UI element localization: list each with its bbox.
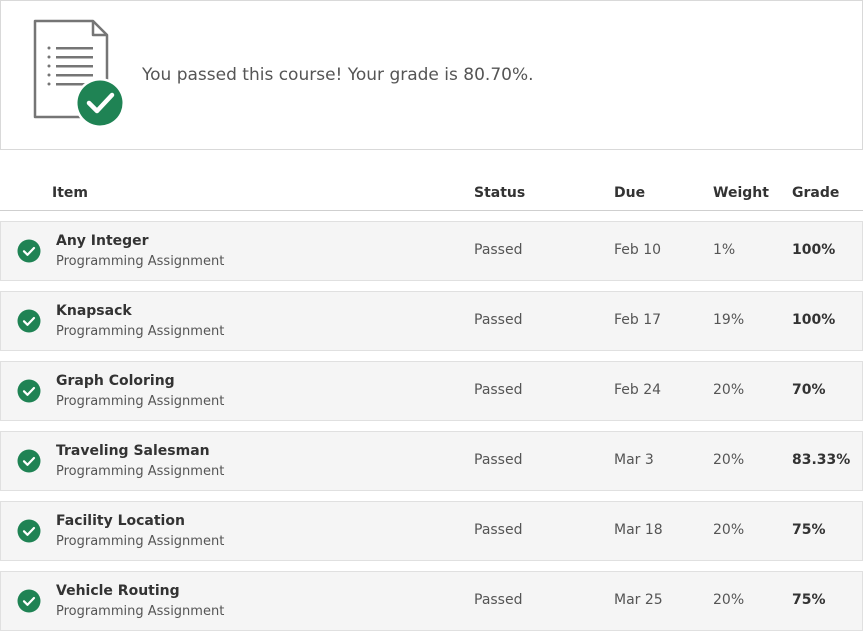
grade-value: 100%	[792, 312, 836, 328]
due-date: Mar 18	[614, 522, 663, 538]
grade-value: 100%	[792, 242, 836, 258]
table-row[interactable]: Facility Location Programming Assignment…	[0, 501, 863, 561]
status-text: Passed	[474, 382, 523, 398]
item-type: Programming Assignment	[56, 534, 225, 549]
table-row[interactable]: Knapsack Programming Assignment Passed F…	[0, 291, 863, 351]
item-title-link[interactable]: Knapsack	[56, 303, 132, 319]
due-date: Mar 25	[614, 592, 663, 608]
table-row[interactable]: Graph Coloring Programming Assignment Pa…	[0, 361, 863, 421]
table-row[interactable]: Traveling Salesman Programming Assignmen…	[0, 431, 863, 491]
column-header-weight: Weight	[713, 185, 769, 201]
grade-value: 75%	[792, 592, 826, 608]
grade-value: 70%	[792, 382, 826, 398]
status-text: Passed	[474, 242, 523, 258]
weight-value: 20%	[713, 592, 745, 608]
item-title-link[interactable]: Facility Location	[56, 513, 185, 529]
check-circle-icon	[17, 379, 41, 403]
weight-value: 20%	[713, 522, 745, 538]
document-checkmark-icon	[33, 19, 125, 128]
weight-value: 1%	[713, 242, 736, 258]
table-row[interactable]: Any Integer Programming Assignment Passe…	[0, 221, 863, 281]
item-type: Programming Assignment	[56, 464, 225, 479]
status-text: Passed	[474, 452, 523, 468]
status-text: Passed	[474, 592, 523, 608]
check-circle-icon	[17, 239, 41, 263]
item-type: Programming Assignment	[56, 394, 225, 409]
due-date: Feb 24	[614, 382, 662, 398]
status-text: Passed	[474, 312, 523, 328]
item-type: Programming Assignment	[56, 324, 225, 339]
status-text: Passed	[474, 522, 523, 538]
column-header-status: Status	[474, 185, 526, 201]
item-type: Programming Assignment	[56, 254, 225, 269]
check-circle-icon	[17, 449, 41, 473]
grades-table-header: Item Status Due Weight Grade	[0, 176, 863, 211]
due-date: Mar 3	[614, 452, 654, 468]
item-type: Programming Assignment	[56, 604, 225, 619]
weight-value: 19%	[713, 312, 745, 328]
check-circle-icon	[17, 589, 41, 613]
column-header-due: Due	[614, 185, 646, 201]
item-title-link[interactable]: Vehicle Routing	[56, 583, 180, 599]
course-passed-banner: You passed this course! Your grade is 80…	[0, 0, 863, 150]
grade-value: 83.33%	[792, 452, 851, 468]
weight-value: 20%	[713, 382, 745, 398]
grade-value: 75%	[792, 522, 826, 538]
table-row[interactable]: Vehicle Routing Programming Assignment P…	[0, 571, 863, 631]
column-header-grade: Grade	[792, 185, 840, 201]
weight-value: 20%	[713, 452, 745, 468]
column-header-item: Item	[52, 185, 88, 201]
item-title-link[interactable]: Traveling Salesman	[56, 443, 210, 459]
due-date: Feb 17	[614, 312, 662, 328]
item-title-link[interactable]: Graph Coloring	[56, 373, 175, 389]
course-result-message: You passed this course! Your grade is 80…	[142, 65, 534, 85]
due-date: Feb 10	[614, 242, 662, 258]
item-title-link[interactable]: Any Integer	[56, 233, 149, 249]
check-circle-icon	[17, 519, 41, 543]
check-circle-icon	[17, 309, 41, 333]
